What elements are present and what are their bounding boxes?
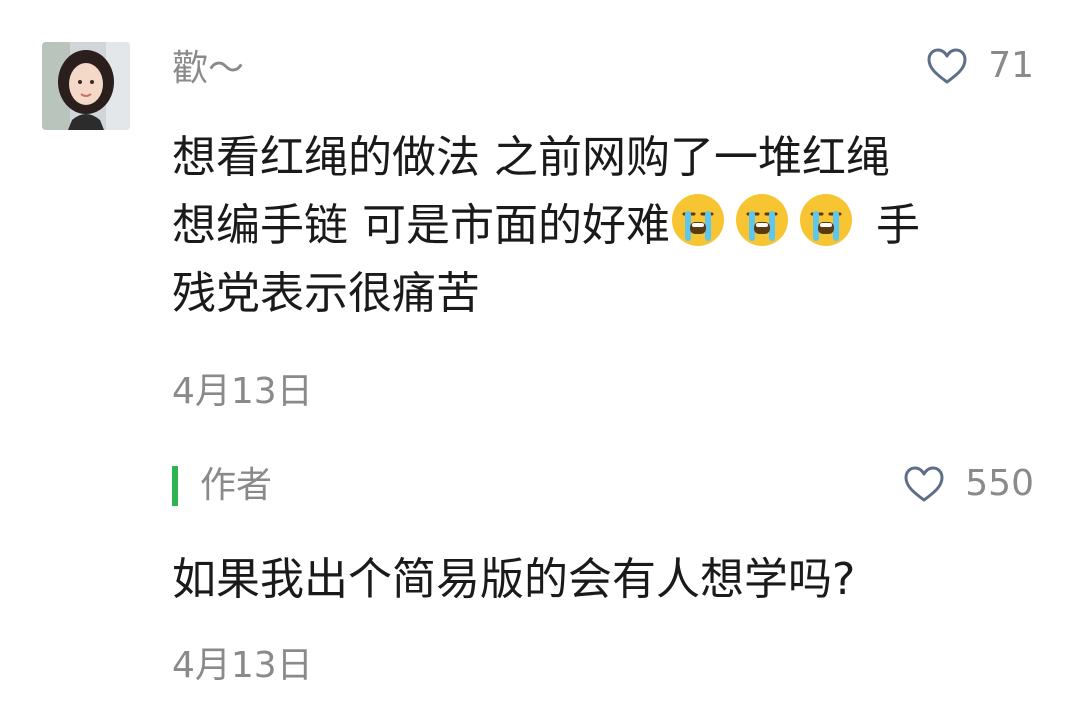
comment-text: 想看红绳的做法 之前网购了一堆红绳 想编手链 可是市面的好难 手 残党表示很痛苦: [172, 124, 1032, 328]
author-label: 作者: [200, 465, 273, 506]
like-button[interactable]: 550: [903, 462, 1034, 506]
comment-username[interactable]: 歡～: [172, 44, 244, 94]
like-button[interactable]: 71: [926, 44, 1034, 88]
comment-line-2-text: 想编手链 可是市面的好难: [172, 200, 670, 251]
comment-line-1: 想看红绳的做法 之前网购了一堆红绳: [172, 132, 890, 183]
comment-line-2: 想编手链 可是市面的好难 手: [172, 192, 1032, 260]
avatar-photo: [42, 42, 130, 130]
crying-emoji-icon: [800, 194, 852, 246]
comment-line-2-tail: 手: [862, 200, 920, 251]
author-indicator-bar: [172, 466, 178, 506]
reply-date: 4月13日: [172, 645, 313, 686]
comment-line-3: 残党表示很痛苦: [172, 268, 480, 319]
crying-emoji-icon: [672, 194, 724, 246]
heart-icon: [904, 466, 944, 502]
heart-icon: [927, 48, 967, 84]
reply-text: 如果我出个简易版的会有人想学吗?: [172, 554, 856, 605]
like-count: 71: [988, 45, 1034, 86]
comment-date: 4月13日: [172, 371, 313, 412]
like-count: 550: [965, 463, 1034, 504]
crying-emoji-icon: [736, 194, 788, 246]
author-reply-header: 作者: [172, 462, 272, 510]
avatar[interactable]: [42, 42, 130, 130]
